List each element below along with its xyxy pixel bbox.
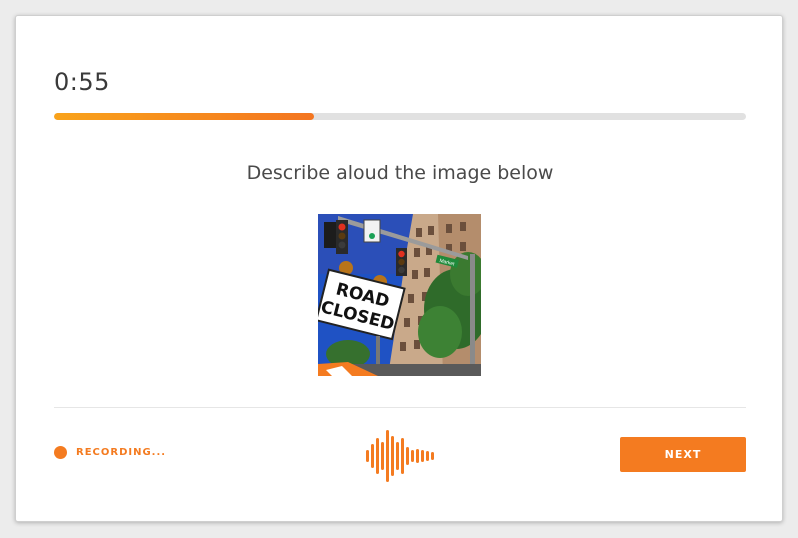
time-progress-fill — [54, 113, 314, 120]
recording-dot-icon — [54, 446, 67, 459]
countdown-timer: 0:55 — [54, 68, 110, 96]
audio-waveform-icon — [366, 430, 436, 482]
recording-indicator: RECORDING... — [54, 446, 166, 459]
speaking-task-card: 0:55 Describe aloud the image below Mark… — [15, 15, 783, 522]
task-image: Market ROAD CLOSED — [318, 214, 481, 376]
footer-divider — [54, 407, 746, 408]
next-button[interactable]: NEXT — [620, 437, 746, 472]
time-progress-bar — [54, 113, 746, 120]
recording-label: RECORDING... — [76, 447, 167, 458]
task-prompt: Describe aloud the image below — [246, 162, 554, 184]
